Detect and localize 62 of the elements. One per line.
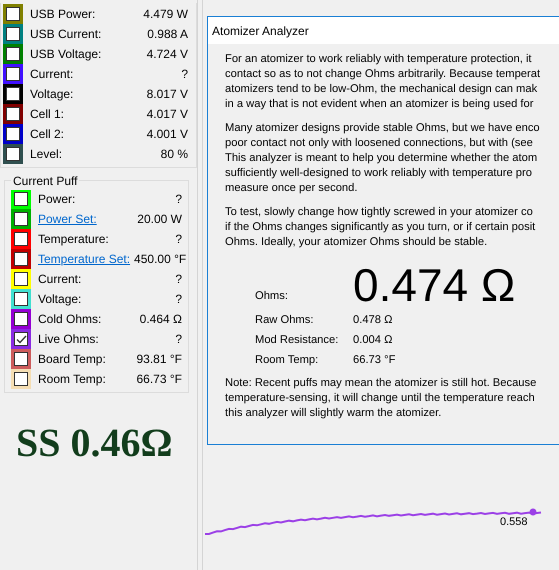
field-label: Current: — [38, 272, 82, 286]
atomizer-label: SS 0.46Ω — [16, 423, 174, 463]
text-line: This analyzer is meant to help you determine whether the atom — [225, 151, 538, 166]
field-label: Voltage: — [38, 292, 82, 306]
text-line: if the Ohms changes significantly as you turn, or if certain posit — [225, 220, 536, 235]
field-value: 0.464 Ω — [140, 311, 182, 328]
field-value: ? — [175, 191, 182, 208]
field-label: Cold Ohms: — [38, 312, 102, 326]
field-value: 4.001 V — [146, 126, 188, 143]
field-label: Level: — [30, 147, 62, 161]
text-line: poor contact not only with loosened connections, but with (see — [225, 136, 534, 151]
field-label: Live Ohms: — [38, 332, 99, 346]
field-label: Power: — [38, 192, 76, 206]
text-line: Many atomizer designs provide stable Ohms, but we have enco — [225, 121, 541, 136]
measurement-label: Room Temp: — [255, 352, 320, 368]
dialog-title: Atomizer Analyzer — [208, 17, 559, 44]
field-label: USB Current: — [30, 27, 102, 41]
field-value: ? — [175, 271, 182, 288]
field-label: Temperature: — [38, 232, 109, 246]
ohms-reading: 0.474 Ω — [353, 262, 516, 308]
field-value: 66.73 °F — [136, 371, 182, 388]
text-line: in a way that is not evident when an atomizer is being used for — [225, 97, 534, 112]
field-value: 0.988 A — [147, 26, 188, 43]
measurement-value: 0.004 Ω — [353, 332, 392, 348]
measurement-value: 0.478 Ω — [353, 312, 392, 328]
field-label: Board Temp: — [38, 352, 106, 366]
field-value: ? — [175, 331, 182, 348]
text-line: To test, slowly change how tightly screwed in your atomizer co — [225, 205, 534, 220]
measurement-label: Mod Resistance: — [255, 332, 340, 348]
field-value: 8.017 V — [146, 86, 188, 103]
text-line: measure once per second. — [225, 181, 358, 196]
field-value: ? — [181, 66, 188, 83]
measurement-label: Ohms: — [255, 289, 289, 304]
field-value: 80 % — [160, 146, 188, 163]
text-line: contact so as to not change Ohms arbitrarily. Because temperat — [225, 67, 542, 82]
field-value: 93.81 °F — [136, 351, 182, 368]
text-line: Note: Recent puffs may mean the atomizer is still hot. Because — [225, 376, 538, 391]
field-label: USB Power: — [30, 7, 96, 21]
measurement-label: Raw Ohms: — [255, 312, 314, 328]
field-label: Current: — [30, 67, 74, 81]
setting-link[interactable]: Power Set: — [38, 212, 97, 226]
field-value: ? — [175, 231, 182, 248]
field-label: USB Voltage: — [30, 47, 102, 61]
field-label: Voltage: — [30, 87, 74, 101]
text-line: atomizers tend to be low-Ohm, the mechanical design can mak — [225, 82, 538, 97]
measurement-value: 66.73 °F — [353, 352, 396, 368]
field-label: Cell 2: — [30, 127, 64, 141]
field-value: 4.017 V — [146, 106, 188, 123]
field-value: ? — [175, 291, 182, 308]
field-value: 4.479 W — [143, 6, 188, 23]
setting-link[interactable]: Temperature Set: — [38, 252, 130, 266]
text-line: this analyzer will slightly warm the atomizer. — [225, 406, 442, 421]
field-label: Room Temp: — [38, 372, 106, 386]
value-label: 0.558 — [500, 516, 528, 528]
text-line: Ohms. Ideally, your atomizer Ohms should be stable. — [225, 235, 488, 250]
text-line: temperature-sensing, it will change until the temperature reach — [225, 391, 536, 406]
field-label: Cell 1: — [30, 107, 64, 121]
text-line: For an atomizer to work reliably with temperature protection, it — [225, 52, 533, 67]
field-value: 4.724 V — [146, 46, 188, 63]
text-line: sufficiently well-designed to work reliably with temperature pro — [225, 166, 533, 181]
field-value: 450.00 °F — [134, 251, 186, 268]
field-value: 20.00 W — [137, 211, 182, 228]
